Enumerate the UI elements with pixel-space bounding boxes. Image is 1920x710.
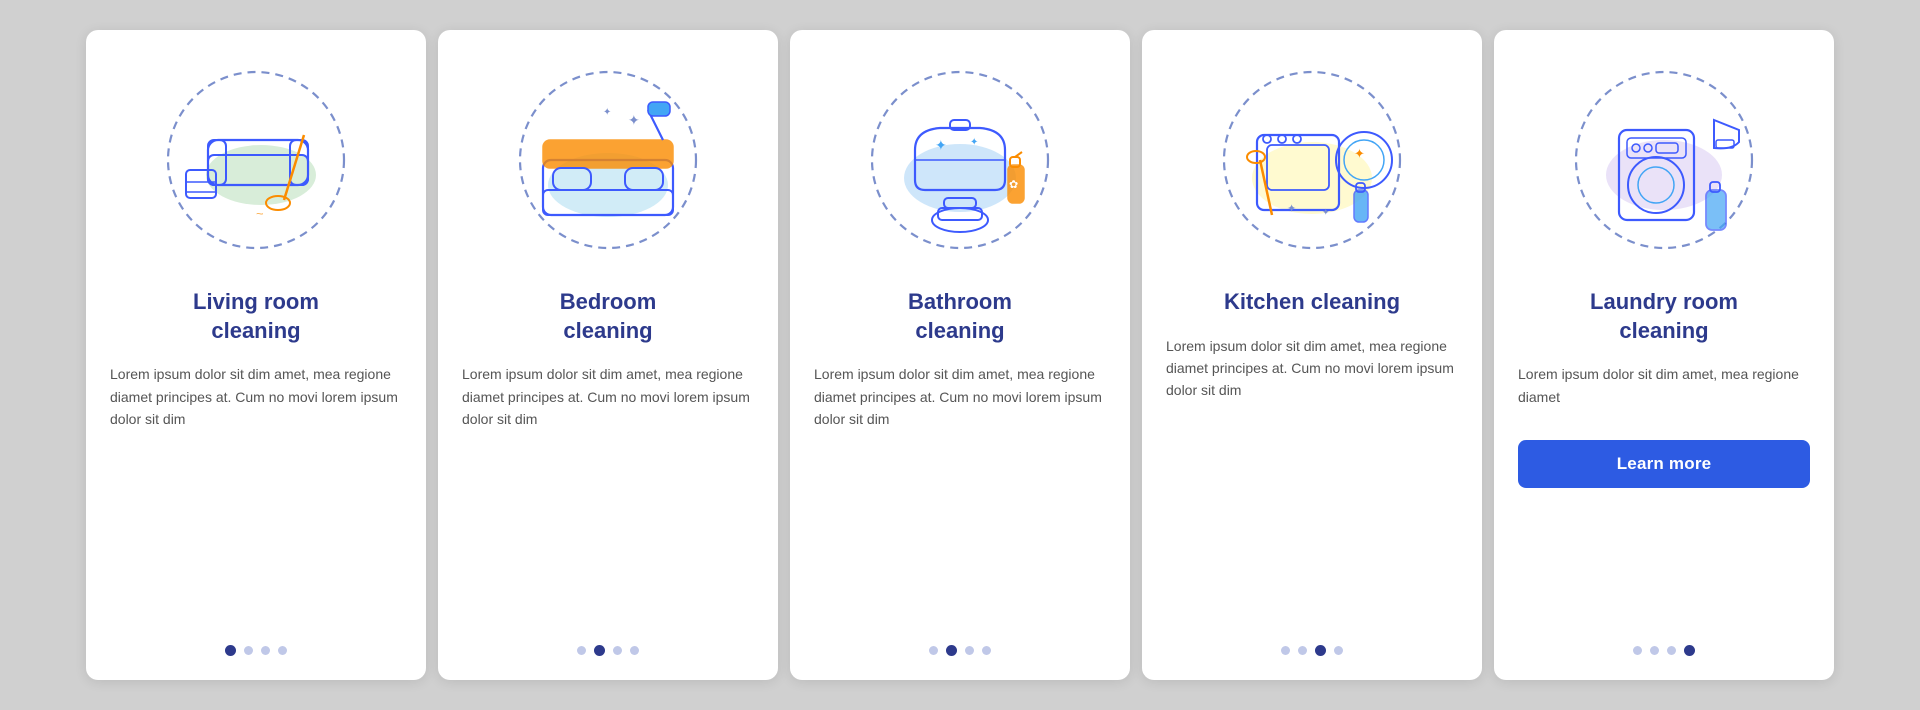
dot-4 <box>1684 645 1695 656</box>
svg-text:✦: ✦ <box>935 137 947 153</box>
svg-text:✦: ✦ <box>1322 207 1330 217</box>
illustration-living-room: ~ <box>156 60 356 260</box>
dot-3 <box>965 646 974 655</box>
dot-1 <box>929 646 938 655</box>
card-bedroom: ✦ ✦ Bedroom cleaning Lorem ipsum dolor s… <box>438 30 778 680</box>
dot-2 <box>1650 646 1659 655</box>
card-text-kitchen: Lorem ipsum dolor sit dim amet, mea regi… <box>1166 335 1458 402</box>
dot-3 <box>261 646 270 655</box>
svg-text:✦: ✦ <box>628 112 640 128</box>
svg-text:✦: ✦ <box>1287 203 1296 215</box>
dot-3 <box>1315 645 1326 656</box>
card-text-living-room: Lorem ipsum dolor sit dim amet, mea regi… <box>110 363 402 430</box>
dot-4 <box>630 646 639 655</box>
learn-more-button[interactable]: Learn more <box>1518 440 1810 488</box>
dot-4 <box>982 646 991 655</box>
dot-4 <box>278 646 287 655</box>
dots-bedroom <box>577 633 639 656</box>
card-kitchen: ✦ ✦ ✦ Kitchen cleaning Lorem ipsum dolor… <box>1142 30 1482 680</box>
dot-4 <box>1334 646 1343 655</box>
dot-1 <box>577 646 586 655</box>
card-living-room: ~ Living room cleaning Lorem ipsum dolor… <box>86 30 426 680</box>
svg-text:~: ~ <box>256 206 264 221</box>
card-title-bathroom: Bathroom cleaning <box>908 288 1012 345</box>
dots-laundry <box>1633 633 1695 656</box>
dots-living-room <box>225 633 287 656</box>
card-laundry: Laundry room cleaning Lorem ipsum dolor … <box>1494 30 1834 680</box>
card-bathroom: ✦ ✦ ✿ Bathroom cleaning Lorem ipsum dolo… <box>790 30 1130 680</box>
dot-2 <box>1298 646 1307 655</box>
dot-1 <box>1633 646 1642 655</box>
cards-container: ~ Living room cleaning Lorem ipsum dolor… <box>66 10 1854 700</box>
svg-text:✿: ✿ <box>1009 179 1018 191</box>
dot-3 <box>613 646 622 655</box>
svg-text:✦: ✦ <box>970 137 978 148</box>
card-text-bedroom: Lorem ipsum dolor sit dim amet, mea regi… <box>462 363 754 430</box>
dots-bathroom <box>929 633 991 656</box>
card-title-living-room: Living room cleaning <box>193 288 319 345</box>
illustration-bedroom: ✦ ✦ <box>508 60 708 260</box>
card-title-kitchen: Kitchen cleaning <box>1224 288 1400 317</box>
card-title-laundry: Laundry room cleaning <box>1590 288 1738 345</box>
card-text-bathroom: Lorem ipsum dolor sit dim amet, mea regi… <box>814 363 1106 430</box>
dot-1 <box>1281 646 1290 655</box>
illustration-laundry <box>1564 60 1764 260</box>
card-title-bedroom: Bedroom cleaning <box>560 288 657 345</box>
dot-1 <box>225 645 236 656</box>
svg-text:✦: ✦ <box>603 107 611 118</box>
dot-2 <box>594 645 605 656</box>
svg-text:✦: ✦ <box>1354 146 1365 161</box>
dots-kitchen <box>1281 633 1343 656</box>
dot-2 <box>244 646 253 655</box>
dot-2 <box>946 645 957 656</box>
illustration-kitchen: ✦ ✦ ✦ <box>1212 60 1412 260</box>
illustration-bathroom: ✦ ✦ ✿ <box>860 60 1060 260</box>
card-text-laundry: Lorem ipsum dolor sit dim amet, mea regi… <box>1518 363 1810 408</box>
dot-3 <box>1667 646 1676 655</box>
